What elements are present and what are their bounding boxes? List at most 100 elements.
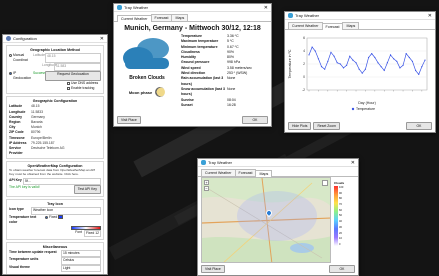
api-label: API Key bbox=[9, 178, 22, 183]
lat-input[interactable]: 48.15 bbox=[45, 53, 101, 64]
forecast-footer: Hide Plots Reset Zoom OK bbox=[288, 122, 432, 130]
visit-place-button[interactable]: Visit Place bbox=[201, 265, 225, 273]
geo-config-group: Geographic Configuration Latitude 48.15 Lo… bbox=[6, 96, 104, 160]
manual-radio[interactable] bbox=[9, 54, 12, 57]
data-point bbox=[314, 50, 316, 52]
fixed-radio[interactable] bbox=[45, 215, 48, 219]
lon-row: Longitude 11.583 bbox=[9, 63, 101, 71]
icon-type-select[interactable]: Weather Icon bbox=[31, 207, 101, 215]
tab-forecast[interactable]: Forecast bbox=[321, 23, 344, 30]
color-swatch[interactable] bbox=[58, 214, 64, 219]
geo-field-value: Deutsche Telekom AG bbox=[31, 146, 65, 151]
api-key-input[interactable]: 5f... bbox=[23, 178, 101, 186]
theme-select[interactable]: Light bbox=[61, 264, 101, 272]
tab-forecast[interactable]: Forecast bbox=[234, 169, 257, 176]
y-tick-label: 0 bbox=[303, 75, 305, 79]
window-title: Tray Weather bbox=[124, 5, 149, 10]
units-row: Temperature units Celsius bbox=[9, 257, 101, 265]
font-color-label: Temperature text color bbox=[9, 214, 37, 224]
icon-type-row: Icon type Weather Icon bbox=[9, 207, 101, 215]
data-point bbox=[383, 69, 385, 72]
ok-button[interactable]: OK bbox=[329, 265, 355, 273]
forecast-chart[interactable]: -2 0 2 4 6 Temperature in ºC Day (Hour) Tempera… bbox=[285, 30, 435, 118]
zoom-out-button[interactable]: − bbox=[204, 186, 209, 191]
title-bar: Tray Weather ✕ bbox=[114, 4, 271, 12]
weather-value: None bbox=[227, 86, 236, 91]
data-point bbox=[327, 60, 329, 62]
tab-maps[interactable]: Maps bbox=[255, 170, 273, 177]
close-icon[interactable]: ✕ bbox=[100, 36, 104, 42]
close-icon[interactable]: ✕ bbox=[264, 5, 268, 11]
data-point bbox=[311, 46, 313, 48]
group-title: Tray Icon bbox=[47, 202, 63, 207]
lon-input[interactable]: 11.583 bbox=[54, 63, 101, 71]
weather-key: Snow accumulation (last 3 hours) bbox=[181, 86, 225, 97]
visit-place-button[interactable]: Visit Place bbox=[117, 116, 141, 124]
data-point bbox=[374, 56, 376, 59]
group-title: Miscellaneous bbox=[42, 245, 68, 250]
close-icon[interactable]: ✕ bbox=[428, 13, 432, 19]
geo-method-group: Geographic Location Method Manual Coordi… bbox=[6, 45, 104, 95]
legend-tick: 70 bbox=[339, 203, 342, 207]
ip-radio[interactable] bbox=[9, 71, 12, 75]
map-tiles bbox=[202, 178, 330, 262]
misc-group: Miscellaneous Time between update reques… bbox=[6, 242, 104, 274]
tab-forecast[interactable]: Forecast bbox=[150, 14, 173, 21]
weather-headline: Munich, Germany - Mittwoch 30/12, 12:18 bbox=[124, 25, 261, 32]
tray-icon-group: Tray Icon Icon type Weather Icon Tempera… bbox=[6, 199, 104, 241]
legend-tick: 50 bbox=[339, 214, 342, 218]
hide-plots-button[interactable]: Hide Plots bbox=[288, 122, 312, 130]
dns-checkbox[interactable] bbox=[67, 82, 70, 86]
weather-value: None bbox=[227, 76, 236, 81]
font-label: Font bbox=[75, 230, 82, 235]
window-title: Tray Weather bbox=[295, 13, 320, 18]
data-point bbox=[367, 56, 370, 59]
fixed-label: Fixed bbox=[49, 214, 58, 219]
map-view[interactable]: + − bbox=[201, 177, 331, 263]
tracking-checkbox[interactable] bbox=[67, 87, 70, 91]
tab-current-weather[interactable]: Current Weather bbox=[117, 15, 152, 22]
request-geolocation-button[interactable]: Request Geolocation bbox=[45, 70, 101, 82]
ip-label: IP Geolocation bbox=[13, 70, 32, 80]
geo-field-key: Service Provider bbox=[9, 146, 23, 156]
close-icon[interactable]: ✕ bbox=[351, 160, 355, 166]
ok-button[interactable]: OK bbox=[242, 116, 268, 124]
moon-row: Moon phase bbox=[117, 87, 177, 97]
ip-status: Success bbox=[33, 70, 46, 75]
group-title: Geographic Location Method bbox=[30, 48, 80, 52]
data-point bbox=[402, 64, 404, 66]
layers-icon[interactable] bbox=[322, 180, 328, 186]
update-row: Time between update request 15 minutes bbox=[9, 250, 101, 258]
units-select[interactable]: Celsius bbox=[61, 257, 101, 265]
font-select[interactable]: Fixed 12 bbox=[83, 230, 101, 238]
manual-row: Manual Coordinat Latitude 48.15 bbox=[9, 53, 101, 64]
condition-text: Broken Clouds bbox=[129, 75, 165, 81]
reset-zoom-button[interactable]: Reset Zoom bbox=[313, 122, 340, 130]
test-api-button[interactable]: Test API Key bbox=[73, 185, 101, 195]
data-point bbox=[361, 72, 363, 74]
weather-key: Sunset bbox=[181, 102, 193, 107]
update-select[interactable]: 15 minutes bbox=[61, 250, 101, 258]
tab-maps[interactable]: Maps bbox=[171, 14, 189, 21]
y-tick-label: 4 bbox=[303, 49, 305, 53]
tab-bar: Current Weather Forecast Maps bbox=[198, 167, 358, 177]
data-point bbox=[389, 54, 392, 56]
tab-current-weather[interactable]: Current Weather bbox=[201, 169, 236, 176]
y-axis-label: Temperature in ºC bbox=[288, 49, 292, 78]
data-point bbox=[371, 53, 373, 55]
window-title: Configuration bbox=[13, 36, 37, 41]
ok-button[interactable]: OK bbox=[406, 122, 432, 130]
x-axis-label: Day (Hour) bbox=[358, 101, 376, 105]
data-point bbox=[377, 62, 379, 64]
lon-label: Longitude bbox=[42, 63, 57, 68]
geo-field-row: Service Provider Deutsche Telekom AG bbox=[9, 146, 101, 156]
zoom-in-button[interactable]: + bbox=[204, 180, 209, 185]
tab-current-weather[interactable]: Current Weather bbox=[288, 22, 323, 29]
cloud-icon bbox=[288, 13, 293, 18]
legend-tick: 0 bbox=[339, 242, 341, 246]
data-point bbox=[324, 68, 326, 70]
weather1-footer: Visit Place OK bbox=[117, 116, 268, 124]
tab-bar: Current Weather Forecast Maps bbox=[114, 12, 271, 22]
tab-maps[interactable]: Maps bbox=[342, 22, 360, 29]
api-valid-text: The API key is valid! bbox=[9, 185, 40, 190]
